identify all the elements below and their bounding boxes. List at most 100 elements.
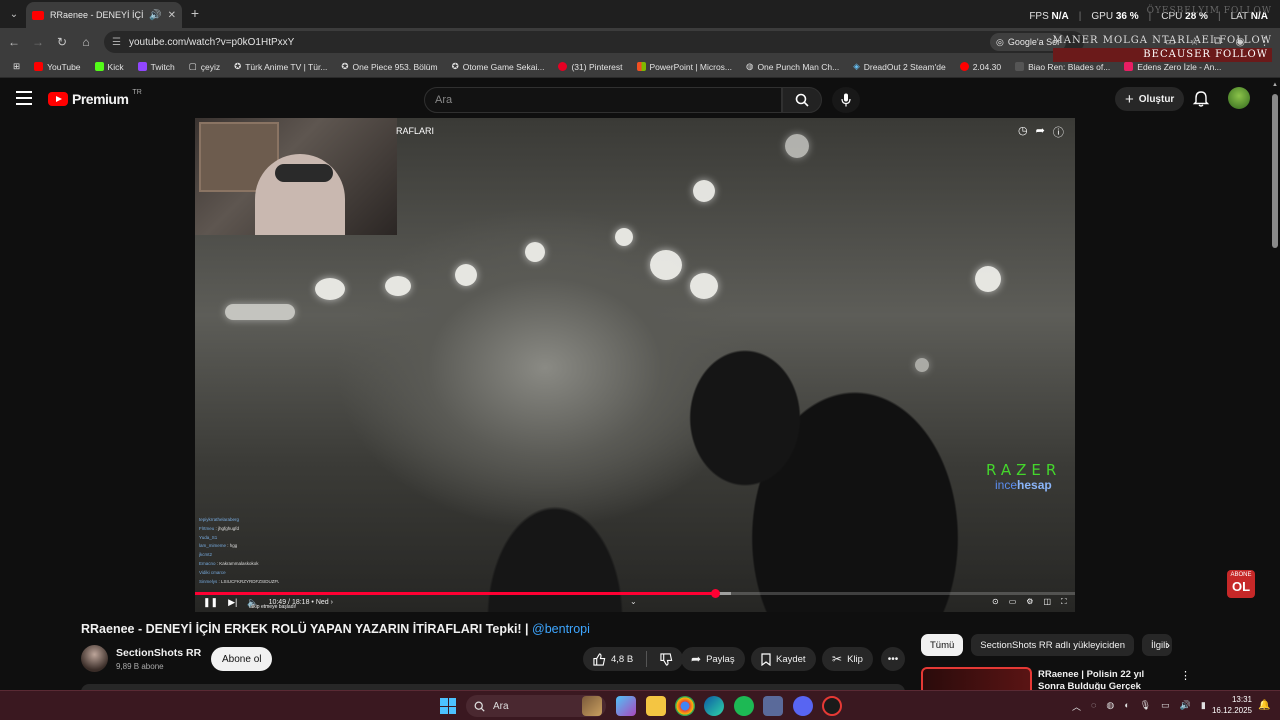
youtube-logo[interactable]: Premium TR xyxy=(48,89,142,107)
pause-icon[interactable]: ❚❚ xyxy=(203,597,218,608)
fps-label: FPS xyxy=(1029,11,1049,22)
scrollbar-thumb[interactable] xyxy=(1272,94,1278,248)
search-button[interactable] xyxy=(782,87,822,113)
apps-icon[interactable]: ⊞ xyxy=(6,61,27,72)
chat-username: Vidiki cmarce xyxy=(199,569,226,575)
thumbs-down-icon[interactable] xyxy=(660,652,673,666)
search-input[interactable]: Ara xyxy=(424,87,782,113)
chip-all[interactable]: Tümü xyxy=(921,634,964,656)
bookmark-one-punch[interactable]: ◍ One Punch Man Ch... xyxy=(739,61,846,72)
url-text: youtube.com/watch?v=p0kO1HtPxxY xyxy=(128,36,295,48)
subscribe-button[interactable]: Abone ol xyxy=(211,647,273,671)
fullscreen-icon[interactable]: ⛶ xyxy=(1061,597,1067,607)
edge-icon[interactable] xyxy=(704,696,724,716)
chapter-label[interactable]: Ned xyxy=(316,599,329,606)
bookmark-turk-anime[interactable]: ✪ Türk Anime TV | Tür... xyxy=(227,61,334,72)
bookmark-video-time[interactable]: 2.04.30 xyxy=(953,62,1008,72)
bookmark-pinterest[interactable]: (31) Pinterest xyxy=(551,62,629,72)
microphone-icon[interactable]: 🎙 xyxy=(1140,700,1151,713)
reload-icon[interactable]: ↻ xyxy=(54,34,70,50)
back-icon[interactable]: ← xyxy=(6,34,22,50)
volume-icon[interactable]: 🔊 xyxy=(1180,700,1191,713)
watch-later-icon[interactable]: ◷ xyxy=(1018,124,1028,140)
game-launcher-icon[interactable] xyxy=(763,696,783,716)
copilot-icon[interactable] xyxy=(616,696,636,716)
bookmark-one-piece[interactable]: ✪ One Piece 953. Bölüm xyxy=(334,61,444,72)
next-icon[interactable]: ▶| xyxy=(228,597,237,608)
bookmark-favicon-icon xyxy=(137,62,147,71)
subtitles-icon[interactable]: ▭ xyxy=(1009,597,1017,607)
chat-username: Sinmelys xyxy=(199,578,218,584)
battery-icon[interactable]: ▮ xyxy=(1201,700,1206,713)
tab-search-button[interactable]: ⌄ xyxy=(4,4,24,24)
display-icon[interactable]: ▭ xyxy=(1161,700,1170,713)
autoplay-toggle-icon[interactable]: ⊙ xyxy=(992,597,999,607)
bookmark-label: Kick xyxy=(107,61,124,72)
like-button[interactable]: 4,8 B xyxy=(593,652,633,666)
progress-scrubber[interactable] xyxy=(710,589,720,598)
create-button[interactable]: + Oluştur xyxy=(1115,87,1185,111)
bookmark-powerpoint[interactable]: PowerPoint | Micros... xyxy=(630,62,740,72)
tray-overflow-icon[interactable]: ︿ xyxy=(1072,700,1081,713)
bookmark-twitch[interactable]: Twitch xyxy=(131,62,182,72)
player-video-title[interactable]: RAFLARI xyxy=(396,126,434,136)
forward-icon[interactable]: → xyxy=(30,34,46,50)
new-tab-button[interactable]: + xyxy=(186,4,204,22)
obs-icon[interactable] xyxy=(822,696,842,716)
chrome-icon[interactable] xyxy=(675,696,695,716)
miniplayer-icon[interactable]: ◫ xyxy=(1043,597,1051,607)
overlay-line: MANER MOLGA NTARLAEI FOLLOW xyxy=(1052,35,1272,46)
widget-icon[interactable] xyxy=(582,696,602,716)
video-title-mention[interactable]: @bentropi xyxy=(532,622,590,636)
notifications-bell-icon[interactable] xyxy=(1192,90,1210,108)
scroll-up-icon[interactable]: ▲ xyxy=(1272,82,1278,88)
speaker-icon[interactable]: 🔊 xyxy=(149,10,161,21)
bokeh-light xyxy=(915,358,929,372)
voice-search-button[interactable] xyxy=(832,87,860,113)
bookmark-label: Twitch xyxy=(150,61,175,72)
menu-icon[interactable] xyxy=(16,91,32,105)
windows-start-icon[interactable] xyxy=(440,698,456,714)
notification-icon[interactable]: 🔔 xyxy=(1258,700,1270,711)
tray-app-icon[interactable]: ◌ xyxy=(1091,700,1096,713)
address-bar[interactable]: ☰ youtube.com/watch?v=p0kO1HtPxxY xyxy=(104,31,1084,53)
tray-app-icon[interactable]: ◐ xyxy=(1124,700,1129,713)
recommended-more-icon[interactable]: ⋮ xyxy=(1180,669,1191,682)
site-info-icon[interactable]: ☰ xyxy=(112,37,121,48)
chevron-down-icon[interactable]: ⌄ xyxy=(630,597,637,606)
account-avatar[interactable] xyxy=(1228,87,1250,109)
chip-from-uploader[interactable]: SectionShots RR adlı yükleyiciden xyxy=(971,634,1134,656)
more-actions-button[interactable]: ••• xyxy=(881,647,905,671)
share-button[interactable]: ➦ Paylaş xyxy=(681,647,745,671)
bookmark-dreadout[interactable]: ◈ DreadOut 2 Steam'de xyxy=(846,61,953,72)
bookmark-kick[interactable]: Kick xyxy=(88,62,131,72)
bookmark-label: çeyiz xyxy=(200,61,221,72)
bookmark-edens-zero[interactable]: Edens Zero İzle - An... xyxy=(1117,62,1228,72)
tab-active[interactable]: RRaenee - DENEYİ İÇİN ER 🔊 ✕ xyxy=(26,2,182,28)
bookmark-otome[interactable]: ✪ Otome Game Sekai... xyxy=(445,61,552,72)
home-icon[interactable]: ⌂ xyxy=(78,34,94,50)
recommended-video-title[interactable]: RRaenee | Polisin 22 yıl Sonra Bulduğu G… xyxy=(1038,669,1168,690)
close-tab-icon[interactable]: ✕ xyxy=(168,10,176,21)
bookmark-folder-ceyiz[interactable]: ▢ çeyiz xyxy=(182,61,227,72)
tray-app-icon[interactable]: ◍ xyxy=(1106,700,1114,713)
save-label: Kaydet xyxy=(776,653,806,665)
clip-button[interactable]: ✂ Klip xyxy=(822,647,873,671)
taskbar-clock[interactable]: 13:31 16.12.2025 xyxy=(1208,694,1252,716)
discord-icon[interactable] xyxy=(793,696,813,716)
info-icon[interactable]: ⓘ xyxy=(1053,124,1064,140)
incehesap-logo: incehesap xyxy=(995,478,1052,492)
share-icon[interactable]: ➦ xyxy=(1036,124,1045,140)
save-button[interactable]: Kaydet xyxy=(751,647,816,671)
video-progress-bar[interactable] xyxy=(195,589,1075,598)
chevron-right-icon[interactable]: › xyxy=(1166,638,1170,652)
file-explorer-icon[interactable] xyxy=(646,696,666,716)
bookmark-biao-ren[interactable]: Biao Ren: Blades of... xyxy=(1008,62,1117,72)
channel-name[interactable]: SectionShots RR xyxy=(116,647,201,659)
bookmark-youtube[interactable]: YouTube xyxy=(27,62,87,72)
youtube-play-icon xyxy=(48,92,68,106)
settings-gear-icon[interactable]: ⚙ xyxy=(1026,597,1033,607)
page-scrollbar[interactable]: ▲ xyxy=(1270,78,1280,690)
spotify-icon[interactable] xyxy=(734,696,754,716)
channel-avatar[interactable] xyxy=(81,645,108,672)
